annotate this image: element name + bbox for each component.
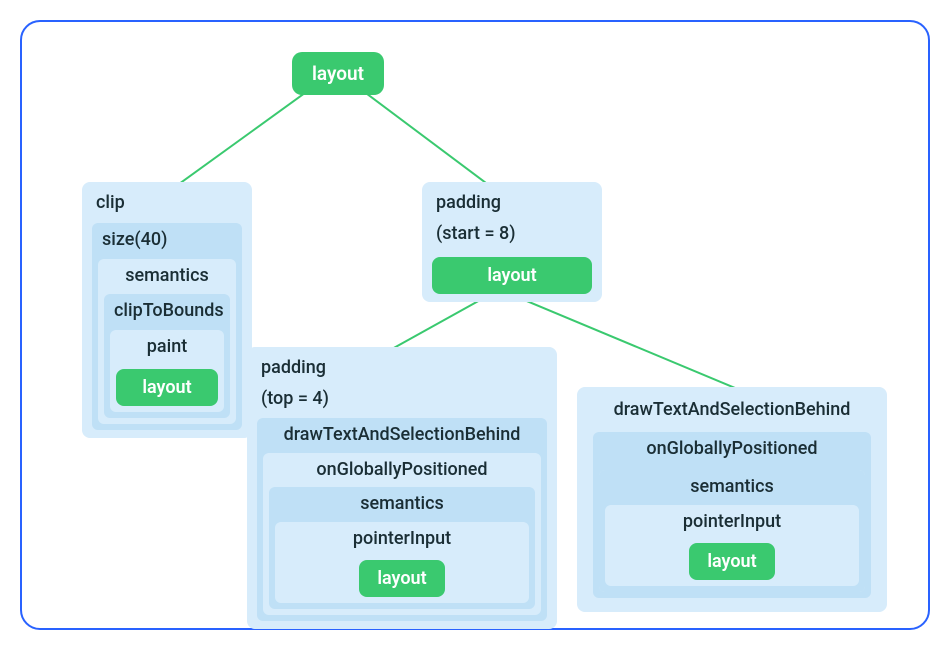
modifier-nest-paint: paint layout — [110, 330, 224, 412]
modifier-label-cliptobounds: clipToBounds — [110, 298, 224, 331]
modifier-nest-size: size(40) semantics clipToBounds paint la… — [92, 223, 242, 430]
modifier-label-padding-line2: (start = 8) — [432, 223, 592, 254]
modifier-label-semantics-br: semantics — [605, 474, 859, 505]
modifier-label-pointerinput-br: pointerInput — [611, 509, 853, 540]
modifier-label-padding-top-line2: (top = 4) — [257, 388, 547, 419]
modifier-nest-semantics-br-outer: semantics pointerInput layout — [599, 470, 865, 592]
diagram-frame: layout clip size(40) semantics clipToBou… — [20, 20, 930, 630]
modifier-label-padding-top-line1: padding — [257, 355, 547, 388]
modifier-nest-pointerinput-bl: pointerInput layout — [275, 522, 529, 604]
modifier-nest-cliptobounds: clipToBounds paint layout — [104, 294, 230, 418]
modifier-nest-ongpos-br-outer: onGloballyPositioned semantics pointerIn… — [587, 428, 877, 605]
modifier-label-pointerinput-bl: pointerInput — [281, 526, 523, 557]
modifier-node-padding-top: padding (top = 4) drawTextAndSelectionBe… — [247, 347, 557, 629]
modifier-nest-ongpos: onGloballyPositioned semantics pointerIn… — [263, 453, 541, 616]
modifier-label-ongpos: onGloballyPositioned — [269, 457, 535, 488]
modifier-nest-drawtext: drawTextAndSelectionBehind onGloballyPos… — [257, 418, 547, 621]
modifier-label-ongpos-br: onGloballyPositioned — [599, 436, 865, 467]
modifier-label-padding-line1: padding — [432, 190, 592, 223]
layout-pill: layout — [116, 369, 218, 406]
layout-pill: layout — [689, 543, 774, 580]
modifier-node-padding-start: padding (start = 8) layout — [422, 182, 602, 302]
modifier-nest-ongpos-br: onGloballyPositioned semantics pointerIn… — [593, 432, 871, 599]
modifier-label-drawtext-br: drawTextAndSelectionBehind — [587, 395, 877, 428]
modifier-node-drawtext-right: drawTextAndSelectionBehind onGloballyPos… — [577, 387, 887, 612]
modifier-label-semantics: semantics — [104, 263, 230, 294]
modifier-nest-semantics-br: semantics pointerInput layout — [599, 470, 865, 592]
modifier-label-semantics-bl: semantics — [275, 491, 529, 522]
modifier-label-paint: paint — [116, 334, 218, 365]
layout-pill: layout — [432, 257, 592, 294]
modifier-nest-semantics-bl: semantics pointerInput layout — [269, 487, 535, 609]
modifier-nest-semantics: semantics clipToBounds paint layout — [98, 259, 236, 424]
layout-pill: layout — [359, 560, 444, 597]
modifier-label-drawtext: drawTextAndSelectionBehind — [263, 422, 541, 453]
layout-pill: layout — [292, 52, 384, 95]
modifier-node-clip: clip size(40) semantics clipToBounds pai… — [82, 182, 252, 438]
modifier-nest-pointerinput-br: pointerInput layout — [605, 505, 859, 587]
group-wrapper: onGloballyPositioned semantics pointerIn… — [587, 428, 877, 605]
root-layout-node: layout — [292, 52, 384, 95]
modifier-label-clip: clip — [92, 190, 242, 223]
modifier-label-size: size(40) — [98, 227, 236, 260]
